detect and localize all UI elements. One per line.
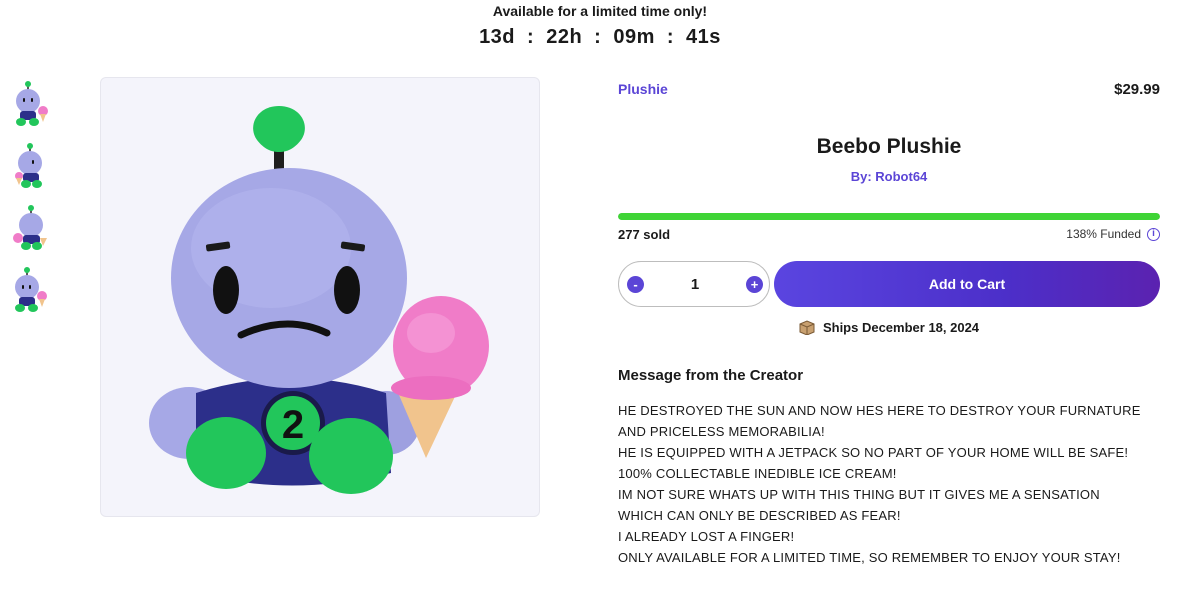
creator-message-body: HE DESTROYED THE SUN AND NOW HES HERE TO…	[618, 400, 1160, 568]
countdown-separator: :	[666, 26, 675, 48]
banner-title: Available for a limited time only!	[492, 3, 708, 19]
creator-byline: By: Robot64	[618, 169, 1160, 184]
creator-link[interactable]: By: Robot64	[851, 169, 928, 184]
shipping-date: Ships December 18, 2024	[822, 320, 980, 335]
countdown-hours: 22h	[546, 26, 583, 48]
countdown-timer: 13d : 22h : 09m : 41s	[0, 26, 1200, 49]
creator-message-title: Message from the Creator	[618, 367, 804, 384]
svg-text:2: 2	[282, 403, 304, 447]
add-to-cart-row: - + Add to Cart	[618, 261, 1160, 307]
quantity-input[interactable]	[663, 274, 727, 294]
thumbnail-2[interactable]	[10, 142, 52, 190]
thumbnail-4[interactable]	[10, 266, 52, 314]
countdown-days: 13d	[479, 26, 516, 48]
main-product-image[interactable]: 2	[100, 77, 540, 517]
countdown-seconds: 41s	[686, 26, 721, 48]
message-line: IM NOT SURE WHATS UP WITH THIS THING BUT…	[618, 487, 1100, 502]
message-line: 100% COLLECTABLE INEDIBLE ICE CREAM!	[618, 466, 897, 481]
message-line: ONLY AVAILABLE FOR A LIMITED TIME, SO RE…	[618, 550, 1121, 565]
increase-quantity-button[interactable]: +	[746, 275, 763, 293]
thumbnail-1[interactable]	[10, 80, 52, 128]
plush-thumbnail-image	[16, 81, 48, 126]
add-to-cart-button[interactable]: Add to Cart	[774, 261, 1160, 307]
funding-stats-row: 277 sold 138% Funded i	[618, 225, 1160, 243]
funded-label: 138% Funded	[1066, 227, 1141, 241]
funding-progress-fill	[618, 213, 1160, 220]
quantity-stepper: - +	[618, 261, 770, 307]
message-line: I ALREADY LOST A FINGER!	[618, 529, 795, 544]
funded-indicator: 138% Funded i	[1066, 227, 1160, 241]
countdown-minutes: 09m	[613, 26, 655, 48]
category-price-row: Plushie $29.99	[618, 78, 1160, 100]
message-line: HE IS EQUIPPED WITH A JETPACK SO NO PART…	[618, 445, 1129, 460]
product-details-panel: Plushie $29.99 Beebo Plushie By: Robot64…	[618, 78, 1160, 568]
countdown-separator: :	[527, 26, 535, 48]
shipping-info: Ships December 18, 2024	[618, 320, 1160, 336]
beebo-plushie-image: 2	[149, 106, 489, 494]
sold-count: 277 sold	[618, 226, 671, 242]
plush-thumbnail-image	[15, 267, 47, 312]
plush-thumbnail-image	[13, 205, 47, 250]
funding-progress-bar	[618, 213, 1160, 220]
product-title: Beebo Plushie	[816, 135, 962, 158]
info-icon[interactable]: i	[1147, 227, 1160, 241]
message-line: AND PRICELESS MEMORABILIA!	[618, 424, 825, 439]
plush-thumbnail-image	[15, 143, 42, 188]
thumbnail-gallery	[10, 80, 52, 328]
decrease-quantity-button[interactable]: -	[627, 275, 644, 293]
thumbnail-3[interactable]	[10, 204, 52, 252]
limited-time-banner: Available for a limited time only! 13d :…	[0, 0, 1200, 49]
countdown-separator: :	[594, 26, 602, 48]
message-line: HE DESTROYED THE SUN AND NOW HES HERE TO…	[618, 403, 1141, 418]
package-box-icon	[799, 320, 815, 336]
product-price: $29.99	[1114, 80, 1160, 98]
category-link[interactable]: Plushie	[618, 81, 668, 97]
message-line: WHICH CAN ONLY BE DESCRIBED AS FEAR!	[618, 508, 901, 523]
